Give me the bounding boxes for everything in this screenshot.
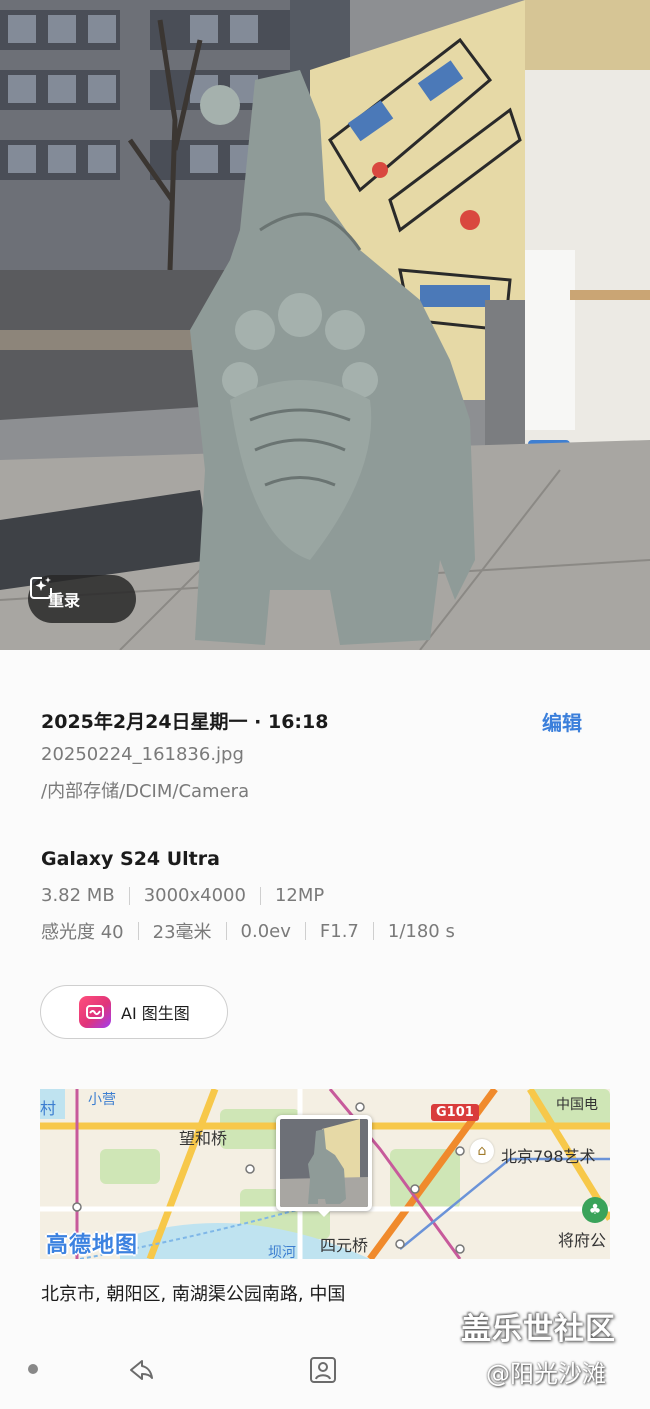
map-label-river: 坝河 <box>268 1245 296 1259</box>
file-name: 20250224_161836.jpg <box>41 744 244 765</box>
map-label-jiangfu: 将府公 <box>558 1231 607 1250</box>
dot-icon[interactable] <box>28 1364 38 1374</box>
divider <box>225 922 227 940</box>
location-address: 北京市, 朝阳区, 南湖渠公园南路, 中国 <box>41 1284 346 1305</box>
ai-button-label: AI 图生图 <box>121 1004 190 1023</box>
megapixels: 12MP <box>274 885 325 906</box>
photo-thumbnail <box>280 1119 368 1207</box>
divider <box>372 922 374 940</box>
profile-icon[interactable] <box>308 1355 338 1385</box>
edit-details-button[interactable]: 编辑 <box>542 707 582 736</box>
ai-image-to-image-button[interactable]: AI 图生图 <box>40 985 228 1039</box>
map-brand-logo: 高德地图 <box>46 1233 139 1258</box>
map-road-badge: G101 <box>431 1104 479 1121</box>
capture-date-time: 2025年2月24日星期一 · 16:18 <box>41 711 329 733</box>
photo-viewer[interactable]: 重录 <box>0 0 650 650</box>
park-icon: ♣ <box>582 1197 608 1223</box>
iso-value: 感光度 40 <box>41 922 124 943</box>
map-photo-pin[interactable] <box>276 1115 372 1211</box>
divider <box>304 922 306 940</box>
map-pin-pointer <box>316 1209 332 1217</box>
file-path: /内部存储/DCIM/Camera <box>41 781 250 802</box>
file-specs-row: 3.82 MB 3000x4000 12MP <box>41 885 324 906</box>
resolution: 3000x4000 <box>143 885 246 906</box>
map-label-art-district: 北京798艺术 <box>501 1147 596 1166</box>
divider <box>128 886 130 905</box>
map-label-village: 村 <box>40 1099 57 1118</box>
map-label-siyuan-bridge: 四元桥 <box>320 1236 369 1255</box>
exposure-value: 0.0ev <box>240 920 291 942</box>
ai-image-app-icon <box>79 996 111 1028</box>
photo-image <box>0 0 650 650</box>
divider <box>137 922 139 940</box>
map-label-zhongguodian: 中国电 <box>556 1097 598 1113</box>
exposure-specs-row: 感光度 40 23毫米 0.0ev F1.7 1/180 s <box>41 918 455 944</box>
remaster-button[interactable]: 重录 <box>28 575 136 623</box>
community-watermark: 盖乐世社区 <box>461 1312 616 1347</box>
aperture: F1.7 <box>319 920 359 942</box>
divider <box>259 886 261 905</box>
focal-length: 23毫米 <box>152 922 212 943</box>
location-map[interactable]: 村 小营 望和桥 四元桥 北京798艺术 中国电 将府公 坝河 G101 ⌂ ♣… <box>40 1089 610 1259</box>
shutter-speed: 1/180 s <box>387 920 455 942</box>
map-label-xiaoying: 小营 <box>88 1092 116 1108</box>
map-label-wanghe-bridge: 望和桥 <box>179 1129 228 1148</box>
watermark-author: @阳光沙滩 <box>486 1360 606 1388</box>
camera-device: Galaxy S24 Ultra <box>41 848 220 870</box>
file-size: 3.82 MB <box>41 885 115 906</box>
sparkle-frame-icon <box>30 577 52 599</box>
landmark-icon: ⌂ <box>470 1139 494 1163</box>
details-panel: 2025年2月24日星期一 · 16:18 编辑 20250224_161836… <box>0 650 650 1409</box>
share-icon[interactable] <box>127 1356 155 1384</box>
